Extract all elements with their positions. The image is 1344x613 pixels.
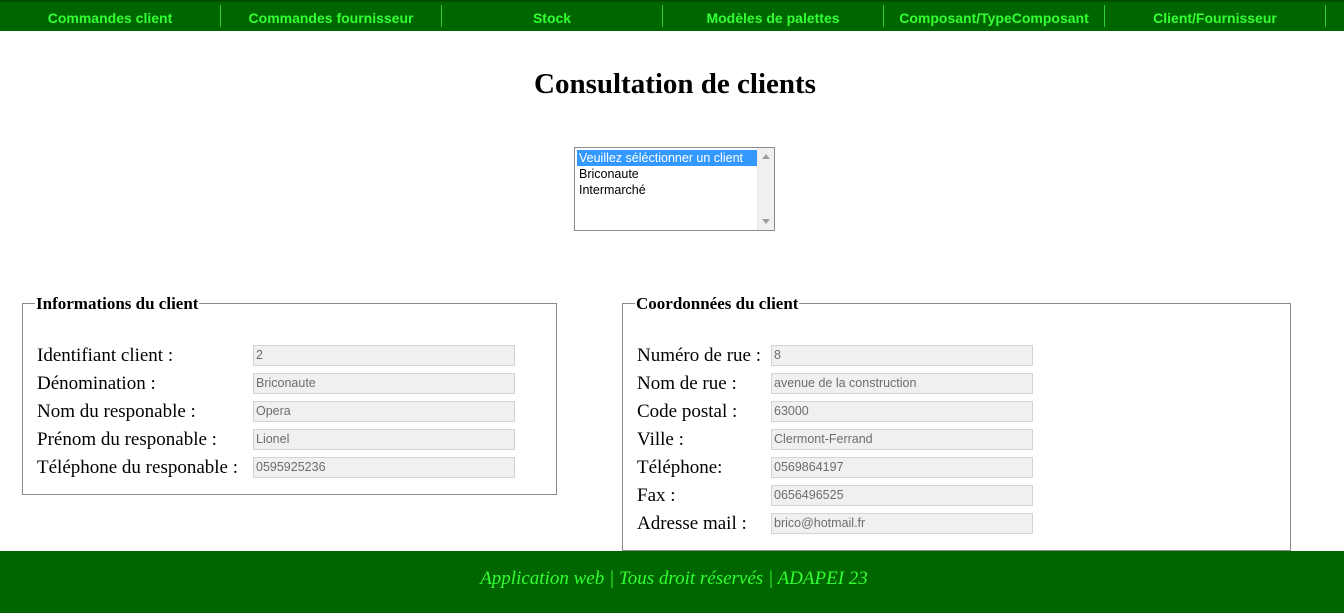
nav-stock[interactable]: Stock <box>442 5 662 27</box>
denomination-label: Dénomination : <box>37 373 156 394</box>
client-select-scrollbar[interactable] <box>757 148 774 230</box>
top-nav: Commandes client Commandes fournisseur S… <box>0 0 1344 31</box>
client-option-briconaute[interactable]: Briconaute <box>577 166 641 182</box>
fax-field[interactable]: 0656496525 <box>771 485 1033 506</box>
postal-code-label: Code postal : <box>637 401 738 422</box>
denomination-field[interactable]: Briconaute <box>253 373 515 394</box>
client-option-placeholder[interactable]: Veuillez séléctionner un client <box>577 150 757 166</box>
street-name-field[interactable]: avenue de la construction <box>771 373 1033 394</box>
scroll-up-icon[interactable] <box>762 154 770 159</box>
street-number-label: Numéro de rue : <box>637 345 761 366</box>
responsible-phone-field[interactable]: 0595925236 <box>253 457 515 478</box>
nav-commandes-fournisseur[interactable]: Commandes fournisseur <box>221 5 441 27</box>
nav-composant[interactable]: Composant/TypeComposant <box>884 5 1104 27</box>
client-coords-fieldset: Coordonnées du client Numéro de rue : 8 … <box>622 294 1291 551</box>
responsible-firstname-field[interactable]: Lionel <box>253 429 515 450</box>
client-coords-legend: Coordonnées du client <box>635 294 800 314</box>
nav-client-fournisseur[interactable]: Client/Fournisseur <box>1105 5 1325 27</box>
responsible-phone-label: Téléphone du responable : <box>37 457 239 478</box>
client-select[interactable]: Veuillez séléctionner un client Briconau… <box>574 147 775 231</box>
city-field[interactable]: Clermont-Ferrand <box>771 429 1033 450</box>
phone-label: Téléphone: <box>637 457 723 478</box>
client-id-label: Identifiant client : <box>37 345 174 366</box>
phone-field[interactable]: 0569864197 <box>771 457 1033 478</box>
nav-modeles-palettes[interactable]: Modèles de palettes <box>663 5 883 27</box>
client-info-legend: Informations du client <box>35 294 200 314</box>
scroll-down-icon[interactable] <box>762 219 770 224</box>
footer: Application web | Tous droit réservés | … <box>0 551 1344 613</box>
street-name-label: Nom de rue : <box>637 373 737 394</box>
client-option-intermarche[interactable]: Intermarché <box>577 182 648 198</box>
client-id-field[interactable]: 2 <box>253 345 515 366</box>
fax-label: Fax : <box>637 485 676 506</box>
responsible-name-field[interactable]: Opera <box>253 401 515 422</box>
postal-code-field[interactable]: 63000 <box>771 401 1033 422</box>
responsible-firstname-label: Prénom du responable : <box>37 429 217 450</box>
responsible-name-label: Nom du responable : <box>37 401 196 422</box>
footer-text: Application web | Tous droit réservés | … <box>480 568 868 589</box>
client-info-fieldset: Informations du client Identifiant clien… <box>22 294 557 495</box>
nav-separator <box>1325 5 1326 27</box>
street-number-field[interactable]: 8 <box>771 345 1033 366</box>
email-field[interactable]: brico@hotmail.fr <box>771 513 1033 534</box>
nav-commandes-client[interactable]: Commandes client <box>0 5 220 27</box>
email-label: Adresse mail : <box>637 513 747 534</box>
page-title: Consultation de clients <box>534 68 816 100</box>
city-label: Ville : <box>637 429 684 450</box>
